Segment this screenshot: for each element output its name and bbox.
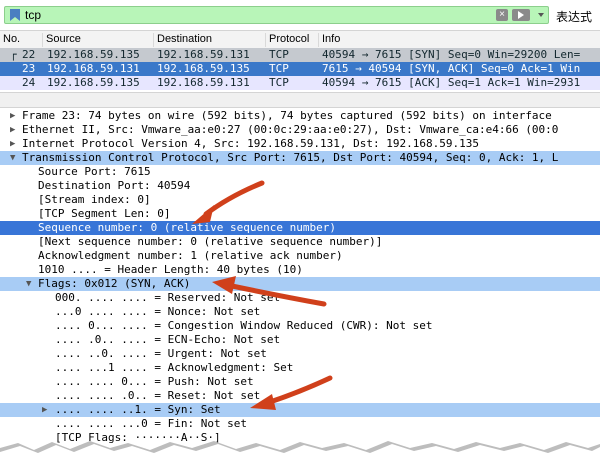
tree-item-destination-port[interactable]: Destination Port: 40594 xyxy=(0,179,600,193)
tree-item-flag-reserved[interactable]: 000. .... .... = Reserved: Not set xyxy=(0,291,600,305)
packet-destination: 192.168.59.135 xyxy=(157,62,250,75)
packet-protocol: TCP xyxy=(269,48,289,61)
tree-item-label: .... ..0. .... = Urgent: Not set xyxy=(55,347,267,360)
torn-edge-decoration xyxy=(0,441,600,466)
tree-item-next-sequence[interactable]: [Next sequence number: 0 (relative seque… xyxy=(0,235,600,249)
packet-info: 40594 → 7615 [SYN] Seq=0 Win=29200 Len= xyxy=(322,48,581,61)
column-header-info[interactable]: Info xyxy=(318,33,340,47)
packet-no: 22 xyxy=(22,48,36,61)
expand-arrow-icon[interactable]: ▶ xyxy=(10,123,15,137)
tree-item-flag-reset[interactable]: .... .... .0.. = Reset: Not set xyxy=(0,389,600,403)
collapse-arrow-icon[interactable]: ▼ xyxy=(26,277,31,291)
expand-arrow-icon[interactable]: ▶ xyxy=(10,137,15,151)
packet-row[interactable]: ┌ 22 192.168.59.135 192.168.59.131 TCP 4… xyxy=(0,48,600,62)
collapse-arrow-icon[interactable]: ▼ xyxy=(10,151,15,165)
tree-item-label: ...0 .... .... = Nonce: Not set xyxy=(55,305,261,318)
tree-item-label: Internet Protocol Version 4, Src: 192.16… xyxy=(22,137,479,150)
tree-item-sequence-number[interactable]: Sequence number: 0 (relative sequence nu… xyxy=(0,221,600,235)
expand-arrow-icon[interactable]: ▶ xyxy=(10,109,15,123)
tree-item-label: [TCP Segment Len: 0] xyxy=(38,207,171,220)
tree-item-label: Transmission Control Protocol, Src Port:… xyxy=(22,151,559,164)
packet-no: 24 xyxy=(22,76,36,89)
tree-item-label: [Stream index: 0] xyxy=(38,193,151,206)
packet-info: 7615 → 40594 [SYN, ACK] Seq=0 Ack=1 Win xyxy=(322,62,581,75)
tree-item-label: Flags: 0x012 (SYN, ACK) xyxy=(38,277,191,290)
column-header-protocol[interactable]: Protocol xyxy=(265,33,309,47)
packet-protocol: TCP xyxy=(269,62,289,75)
tree-item-ethernet[interactable]: ▶ Ethernet II, Src: Vmware_aa:e0:27 (00:… xyxy=(0,123,600,137)
packet-source: 192.168.59.135 xyxy=(47,48,140,61)
tree-item-label: Ethernet II, Src: Vmware_aa:e0:27 (00:0c… xyxy=(22,123,559,136)
tree-item-flags[interactable]: ▼ Flags: 0x012 (SYN, ACK) xyxy=(0,277,600,291)
packet-info: 40594 → 7615 [ACK] Seq=1 Ack=1 Win=2931 xyxy=(322,76,581,89)
apply-filter-icon[interactable] xyxy=(512,9,530,21)
tree-item-segment-len[interactable]: [TCP Segment Len: 0] xyxy=(0,207,600,221)
tree-item-label: 1010 .... = Header Length: 40 bytes (10) xyxy=(38,263,303,276)
tree-item-flag-push[interactable]: .... .... 0... = Push: Not set xyxy=(0,375,600,389)
tree-item-label: .... .... .0.. = Reset: Not set xyxy=(55,389,261,402)
tree-item-label: Acknowledgment number: 1 (relative ack n… xyxy=(38,249,343,262)
tree-item-source-port[interactable]: Source Port: 7615 xyxy=(0,165,600,179)
tree-item-label: Destination Port: 40594 xyxy=(38,179,191,192)
tree-item-flag-ecn[interactable]: .... .0.. .... = ECN-Echo: Not set xyxy=(0,333,600,347)
packet-destination: 192.168.59.131 xyxy=(157,48,250,61)
tree-item-label: Sequence number: 0 (relative sequence nu… xyxy=(38,221,337,234)
tree-item-frame[interactable]: ▶ Frame 23: 74 bytes on wire (592 bits),… xyxy=(0,109,600,123)
pane-splitter[interactable] xyxy=(0,92,600,108)
tree-item-flag-ack[interactable]: .... ...1 .... = Acknowledgment: Set xyxy=(0,361,600,375)
column-header-destination[interactable]: Destination xyxy=(153,33,212,47)
column-header-no[interactable]: No. xyxy=(0,33,20,47)
display-filter-field[interactable]: × xyxy=(4,6,549,24)
packet-list-header: No. Source Destination Protocol Info xyxy=(0,30,600,49)
display-filter-bar: × 表达式 xyxy=(0,4,600,26)
tree-item-label: Frame 23: 74 bytes on wire (592 bits), 7… xyxy=(22,109,552,122)
conversation-marker: ┌ xyxy=(10,48,17,61)
tree-item-label: [Next sequence number: 0 (relative seque… xyxy=(38,235,383,248)
tree-item-flag-fin[interactable]: .... .... ...0 = Fin: Not set xyxy=(0,417,600,431)
tree-item-label: 000. .... .... = Reserved: Not set xyxy=(55,291,281,304)
tree-item-label: .... .... ...0 = Fin: Not set xyxy=(55,417,248,430)
tree-item-label: .... .... ..1. = Syn: Set xyxy=(55,403,221,416)
packet-source: 192.168.59.135 xyxy=(47,76,140,89)
packet-protocol: TCP xyxy=(269,76,289,89)
tree-item-ack-number[interactable]: Acknowledgment number: 1 (relative ack n… xyxy=(0,249,600,263)
tree-item-flag-nonce[interactable]: ...0 .... .... = Nonce: Not set xyxy=(0,305,600,319)
tree-item-flag-urgent[interactable]: .... ..0. .... = Urgent: Not set xyxy=(0,347,600,361)
packet-destination: 192.168.59.131 xyxy=(157,76,250,89)
packet-row[interactable]: 24 192.168.59.135 192.168.59.131 TCP 405… xyxy=(0,76,600,90)
packet-source: 192.168.59.131 xyxy=(47,62,140,75)
tree-item-label: .... .0.. .... = ECN-Echo: Not set xyxy=(55,333,281,346)
bookmark-icon[interactable] xyxy=(9,9,21,21)
chevron-down-icon[interactable] xyxy=(538,13,544,17)
expression-button[interactable]: 表达式 xyxy=(556,8,592,25)
tree-item-flag-cwr[interactable]: .... 0... .... = Congestion Window Reduc… xyxy=(0,319,600,333)
tree-item-ipv4[interactable]: ▶ Internet Protocol Version 4, Src: 192.… xyxy=(0,137,600,151)
display-filter-input[interactable] xyxy=(25,7,495,23)
tree-item-flag-syn[interactable]: ▶ .... .... ..1. = Syn: Set xyxy=(0,403,600,417)
clear-filter-icon[interactable]: × xyxy=(496,9,508,21)
tree-item-stream-index[interactable]: [Stream index: 0] xyxy=(0,193,600,207)
packet-no: 23 xyxy=(22,62,36,75)
column-header-source[interactable]: Source xyxy=(42,33,81,47)
tree-item-label: Source Port: 7615 xyxy=(38,165,151,178)
packet-row-selected[interactable]: 23 192.168.59.131 192.168.59.135 TCP 761… xyxy=(0,62,600,76)
tree-item-header-length[interactable]: 1010 .... = Header Length: 40 bytes (10) xyxy=(0,263,600,277)
tree-item-tcp[interactable]: ▼ Transmission Control Protocol, Src Por… xyxy=(0,151,600,165)
tree-item-label: .... .... 0... = Push: Not set xyxy=(55,375,254,388)
expand-arrow-icon[interactable]: ▶ xyxy=(42,403,47,417)
tree-item-label: .... 0... .... = Congestion Window Reduc… xyxy=(55,319,433,332)
tree-item-label: .... ...1 .... = Acknowledgment: Set xyxy=(55,361,294,374)
